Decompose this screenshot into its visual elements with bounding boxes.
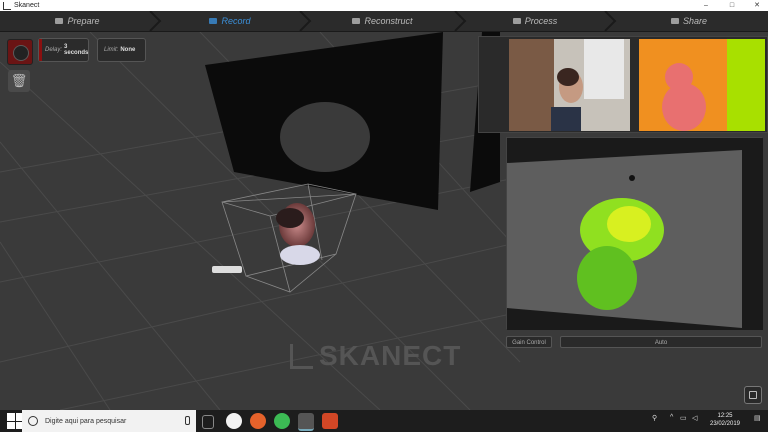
trash-button[interactable]: 🗑 xyxy=(8,70,30,92)
skanect-taskbar-icon[interactable] xyxy=(298,413,314,431)
gain-control-label: Gain Control xyxy=(506,336,552,348)
tab-reconstruct-label: Reconstruct xyxy=(364,16,413,26)
tab-record[interactable]: Record xyxy=(155,11,305,31)
taskbar: Digite aqui para pesquisar ⚲ ^ ▭ ◁ 12:25… xyxy=(0,410,768,432)
search-placeholder: Digite aqui para pesquisar xyxy=(45,417,127,425)
brand-watermark: SKANECT xyxy=(290,340,461,372)
skanect-logo-icon xyxy=(290,343,313,369)
chrome-icon[interactable] xyxy=(274,413,290,429)
scanned-hair xyxy=(276,208,304,228)
record-dot-icon xyxy=(13,45,29,61)
firefox-icon[interactable] xyxy=(250,413,266,429)
delay-label: Delay: xyxy=(45,47,63,53)
tab-prepare[interactable]: Prepare xyxy=(0,11,155,31)
network-icon[interactable]: ▭ xyxy=(680,414,687,422)
share-icon xyxy=(670,18,679,24)
microphone-icon[interactable] xyxy=(185,416,190,425)
camera-feeds-svg xyxy=(509,39,765,131)
tray-chevron-icon[interactable]: ^ xyxy=(670,414,673,421)
camera-feeds-panel xyxy=(478,36,768,133)
people-icon[interactable]: ⚲ xyxy=(652,414,657,422)
powerpoint-icon[interactable] xyxy=(322,413,338,429)
close-button[interactable]: ✕ xyxy=(747,0,767,11)
limit-value: None xyxy=(120,47,136,53)
workflow-tabs: Prepare Record Reconstruct Process Share xyxy=(0,11,768,32)
brand-text: SKANECT xyxy=(319,340,462,371)
gain-control-select[interactable]: Auto xyxy=(560,336,762,348)
limit-setting[interactable]: Limit: None xyxy=(97,38,146,62)
volume-icon[interactable]: ◁ xyxy=(692,414,697,422)
sensor-model xyxy=(212,266,242,273)
prepare-icon xyxy=(55,18,64,24)
cortana-icon xyxy=(28,416,38,426)
window-title: Skanect xyxy=(14,2,40,9)
process-icon xyxy=(512,18,521,24)
delay-setting[interactable]: Delay: 3 seconds xyxy=(38,38,89,62)
tab-reconstruct[interactable]: Reconstruct xyxy=(305,11,460,31)
snapshot-button[interactable] xyxy=(744,386,762,404)
scanned-shoulders xyxy=(280,245,320,265)
windows-start-icon[interactable] xyxy=(7,413,23,429)
delay-progress-bar xyxy=(39,39,42,61)
maximize-button[interactable]: □ xyxy=(722,0,742,11)
depth-preview-svg xyxy=(507,138,763,330)
depth-preview-panel xyxy=(506,137,763,330)
taskbar-search[interactable]: Digite aqui para pesquisar xyxy=(22,410,196,432)
clock-date: 23/02/2019 xyxy=(709,421,741,427)
tab-prepare-label: Prepare xyxy=(67,16,100,26)
tab-process[interactable]: Process xyxy=(460,11,610,31)
tab-process-label: Process xyxy=(524,16,558,26)
notification-icon[interactable]: ▤ xyxy=(754,414,761,422)
tab-share-label: Share xyxy=(682,16,708,26)
title-bar: Skanect – □ ✕ xyxy=(0,0,768,11)
delay-value: 3 seconds xyxy=(64,44,89,56)
task-view-icon[interactable] xyxy=(202,415,214,429)
minimize-button[interactable]: – xyxy=(696,0,716,11)
taskbar-clock[interactable]: 12:25 23/02/2019 xyxy=(700,412,750,428)
limit-label: Limit: xyxy=(104,47,119,53)
trash-icon: 🗑 xyxy=(10,73,28,88)
tab-record-label: Record xyxy=(221,16,251,26)
record-button[interactable] xyxy=(7,39,33,65)
clock-time: 12:25 xyxy=(717,413,733,419)
panda-app-icon[interactable] xyxy=(226,413,242,429)
silhouette-hole xyxy=(280,102,370,172)
reconstruct-icon xyxy=(352,18,361,24)
record-icon xyxy=(209,18,218,24)
skanect-logo-icon xyxy=(3,1,11,10)
tab-share[interactable]: Share xyxy=(610,11,768,31)
